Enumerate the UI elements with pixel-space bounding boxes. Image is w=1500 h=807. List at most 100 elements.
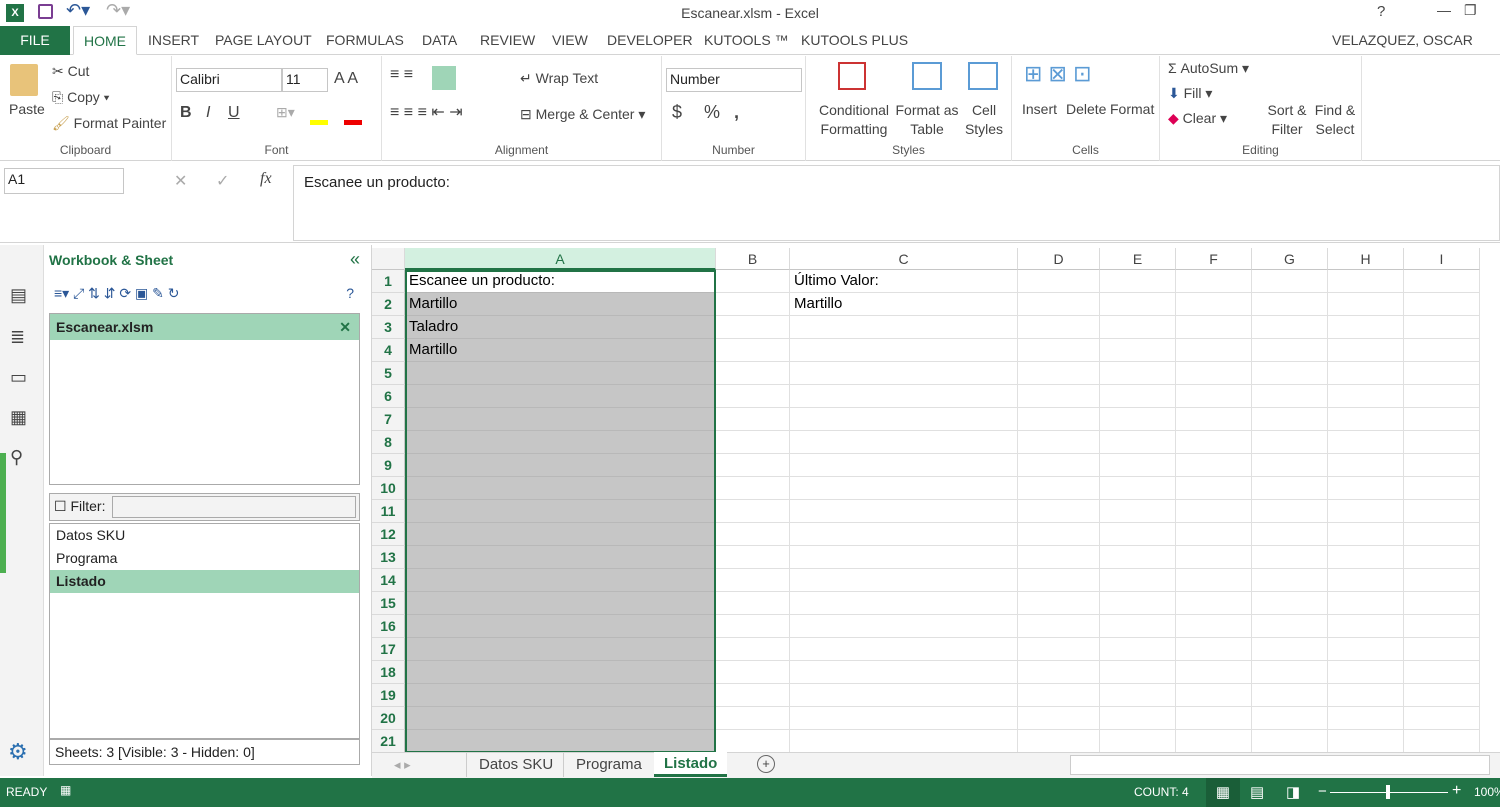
comma-button[interactable]: , <box>734 102 739 123</box>
cell-e17[interactable] <box>1100 638 1176 661</box>
cell-a15[interactable] <box>405 592 716 615</box>
row-header-15[interactable]: 15 <box>372 592 405 615</box>
row-header-1[interactable]: 1 <box>372 270 405 293</box>
row-header-18[interactable]: 18 <box>372 661 405 684</box>
cell-h19[interactable] <box>1328 684 1404 707</box>
cell-h9[interactable] <box>1328 454 1404 477</box>
cell-b1[interactable] <box>716 270 790 293</box>
cell-f1[interactable] <box>1176 270 1252 293</box>
fill-button[interactable]: ⬇ Fill ▾ <box>1168 85 1212 102</box>
align-bottom-icon[interactable] <box>432 66 456 90</box>
cell-h6[interactable] <box>1328 385 1404 408</box>
sheet-item-datos-sku[interactable]: Datos SKU <box>50 524 359 547</box>
tab-kutools-plus[interactable]: KUTOOLS PLUS <box>791 26 918 55</box>
find-replace-icon[interactable]: ⚲ <box>10 447 23 468</box>
minimize-button[interactable]: — <box>1437 2 1451 18</box>
cell-b11[interactable] <box>716 500 790 523</box>
cell-h4[interactable] <box>1328 339 1404 362</box>
cell-c1[interactable]: Último Valor: <box>790 270 1018 293</box>
zoom-out-button[interactable]: − <box>1318 783 1327 800</box>
cell-a21[interactable] <box>405 730 716 752</box>
cell-i16[interactable] <box>1404 615 1480 638</box>
new-sheet-button[interactable]: + <box>757 755 775 773</box>
cell-b15[interactable] <box>716 592 790 615</box>
cell-e14[interactable] <box>1100 569 1176 592</box>
cell-g9[interactable] <box>1252 454 1328 477</box>
paste-button[interactable]: Paste <box>9 101 45 117</box>
row-header-10[interactable]: 10 <box>372 477 405 500</box>
cell-h8[interactable] <box>1328 431 1404 454</box>
cell-a2[interactable]: Martillo <box>405 293 716 316</box>
cell-b9[interactable] <box>716 454 790 477</box>
cell-g7[interactable] <box>1252 408 1328 431</box>
cell-i4[interactable] <box>1404 339 1480 362</box>
find-select-button[interactable]: Find & Select <box>1310 101 1360 139</box>
cell-g16[interactable] <box>1252 615 1328 638</box>
filter-input[interactable] <box>112 496 356 518</box>
row-header-4[interactable]: 4 <box>372 339 405 362</box>
cell-b13[interactable] <box>716 546 790 569</box>
column-header-i[interactable]: I <box>1404 248 1480 270</box>
user-name[interactable]: VELAZQUEZ, OSCAR <box>1322 26 1483 55</box>
cell-f5[interactable] <box>1176 362 1252 385</box>
close-workbook-icon[interactable]: ✕ <box>339 314 351 340</box>
cell-e20[interactable] <box>1100 707 1176 730</box>
cell-b19[interactable] <box>716 684 790 707</box>
cell-g10[interactable] <box>1252 477 1328 500</box>
cell-a5[interactable] <box>405 362 716 385</box>
name-box[interactable]: A1 <box>4 168 124 194</box>
cell-e9[interactable] <box>1100 454 1176 477</box>
cell-e5[interactable] <box>1100 362 1176 385</box>
cell-b17[interactable] <box>716 638 790 661</box>
cell-i19[interactable] <box>1404 684 1480 707</box>
pane-resize-handle[interactable] <box>0 453 6 573</box>
percent-button[interactable]: % <box>704 102 720 123</box>
cell-h18[interactable] <box>1328 661 1404 684</box>
cell-d17[interactable] <box>1018 638 1100 661</box>
cell-e10[interactable] <box>1100 477 1176 500</box>
cell-c5[interactable] <box>790 362 1018 385</box>
cell-d1[interactable] <box>1018 270 1100 293</box>
cell-d4[interactable] <box>1018 339 1100 362</box>
cell-f2[interactable] <box>1176 293 1252 316</box>
sheet-item-listado[interactable]: Listado <box>50 570 359 593</box>
cell-c16[interactable] <box>790 615 1018 638</box>
sheet-tab-listado[interactable]: Listado <box>654 752 728 777</box>
tab-page-layout[interactable]: PAGE LAYOUT <box>205 26 322 55</box>
cell-a1[interactable]: Escanee un producto: <box>405 270 716 293</box>
cell-e11[interactable] <box>1100 500 1176 523</box>
cell-c19[interactable] <box>790 684 1018 707</box>
cell-a14[interactable] <box>405 569 716 592</box>
cell-d3[interactable] <box>1018 316 1100 339</box>
column-header-h[interactable]: H <box>1328 248 1404 270</box>
cell-d8[interactable] <box>1018 431 1100 454</box>
workbook-item[interactable]: Escanear.xlsm ✕ <box>50 314 359 340</box>
cell-d14[interactable] <box>1018 569 1100 592</box>
enter-icon[interactable]: ✓ <box>216 171 229 191</box>
tab-home[interactable]: HOME <box>73 26 137 55</box>
fill-color-icon[interactable] <box>310 120 328 125</box>
cell-g8[interactable] <box>1252 431 1328 454</box>
clear-button[interactable]: ◆ Clear ▾ <box>1168 110 1227 127</box>
wrap-text-button[interactable]: ↵ Wrap Text <box>520 70 598 87</box>
cell-i8[interactable] <box>1404 431 1480 454</box>
grow-font-icon[interactable]: A A <box>334 70 358 88</box>
cell-a11[interactable] <box>405 500 716 523</box>
cell-i18[interactable] <box>1404 661 1480 684</box>
cell-c18[interactable] <box>790 661 1018 684</box>
help-icon[interactable]: ? <box>346 285 354 301</box>
row-header-16[interactable]: 16 <box>372 615 405 638</box>
cell-i14[interactable] <box>1404 569 1480 592</box>
underline-button[interactable]: U <box>228 104 240 122</box>
autosum-button[interactable]: Σ AutoSum ▾ <box>1168 60 1249 77</box>
row-header-7[interactable]: 7 <box>372 408 405 431</box>
cell-d15[interactable] <box>1018 592 1100 615</box>
cell-e2[interactable] <box>1100 293 1176 316</box>
cell-e6[interactable] <box>1100 385 1176 408</box>
cell-d12[interactable] <box>1018 523 1100 546</box>
tab-data[interactable]: DATA <box>412 26 467 55</box>
sheet-tab-datos-sku[interactable]: Datos SKU <box>466 753 565 777</box>
cell-d13[interactable] <box>1018 546 1100 569</box>
macro-record-icon[interactable]: ▦ <box>60 783 71 797</box>
cell-i5[interactable] <box>1404 362 1480 385</box>
